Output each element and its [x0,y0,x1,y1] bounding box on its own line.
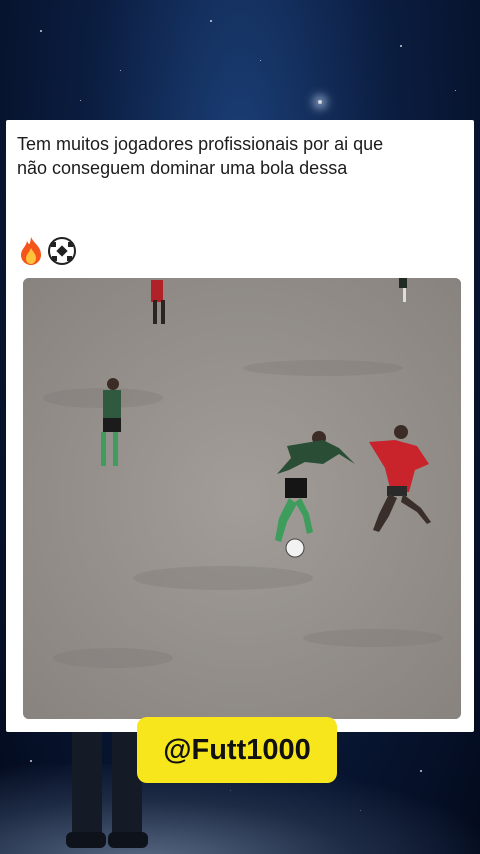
emoji-row [18,234,76,268]
post-card: Tem muitos jogadores profissionais por a… [6,120,474,732]
fire-icon [21,237,41,265]
post-caption: Tem muitos jogadores profissionais por a… [17,134,384,178]
video-frame[interactable] [23,278,461,719]
watermark-handle: @Futt1000 [137,717,337,783]
soccer-ball-icon [48,237,76,265]
soccer-field-scene [23,278,461,719]
